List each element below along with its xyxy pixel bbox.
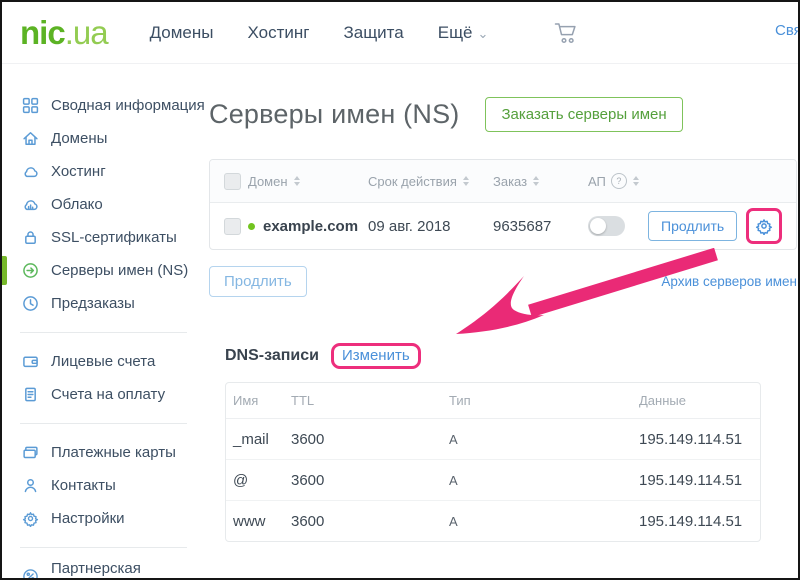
dns-table-header-row: Имя TTL Тип Данные [226, 383, 760, 419]
status-dot [248, 223, 255, 230]
nic-ua-app-window: nic.ua Домены Хостинг Защита Ещё⌄ Свя [0, 0, 800, 580]
sidebar-item-payment-cards[interactable]: Платежные карты [2, 436, 207, 469]
nav-hosting[interactable]: Хостинг [247, 23, 309, 43]
expiry-cell: 09 авг. 2018 [368, 218, 493, 235]
record-data: 195.149.114.51 [639, 513, 752, 530]
dns-record-row: @ 3600 A 195.149.114.51 [226, 460, 760, 501]
grid-icon [22, 97, 39, 114]
payment-cards-icon [22, 444, 39, 461]
dns-record-row: www 3600 A 195.149.114.51 [226, 501, 760, 541]
dns-section-title: DNS-записи [225, 347, 319, 365]
domain-cell: example.com [248, 218, 368, 235]
auto-renew-toggle[interactable] [588, 216, 625, 236]
dns-col-ttl: TTL [291, 393, 449, 408]
nav-more[interactable]: Ещё⌄ [438, 23, 489, 43]
top-header: nic.ua Домены Хостинг Защита Ещё⌄ Свя [2, 2, 798, 64]
dns-records-table: Имя TTL Тип Данные _mail 3600 A 195.149.… [225, 382, 761, 542]
column-header-expiry[interactable]: Срок действия [368, 174, 493, 189]
invoice-icon [22, 386, 39, 403]
dns-col-data: Данные [639, 393, 752, 408]
row-renew-button[interactable]: Продлить [648, 211, 737, 241]
order-name-servers-button[interactable]: Заказать серверы имен [485, 97, 682, 132]
home-icon [22, 130, 39, 147]
sidebar-item-summary[interactable]: Сводная информация [2, 89, 207, 122]
ns-table-row: example.com 09 авг. 2018 9635687 Продлит… [210, 203, 796, 249]
column-header-ap[interactable]: АП? [588, 173, 648, 189]
sidebar-divider [20, 547, 187, 548]
sidebar-item-contacts[interactable]: Контакты [2, 469, 207, 502]
nav-domains[interactable]: Домены [150, 23, 214, 43]
sidebar-divider [20, 423, 187, 424]
sidebar: Сводная информация Домены Хостинг Об [2, 64, 207, 577]
percent-circle-icon [22, 568, 39, 580]
help-icon[interactable]: ? [611, 173, 627, 189]
sidebar-item-name-servers[interactable]: Серверы имен (NS) [2, 254, 207, 287]
record-name: www [233, 513, 291, 530]
sidebar-item-ssl[interactable]: SSL-сертификаты [2, 221, 207, 254]
record-ttl: 3600 [291, 431, 449, 448]
cloud-chart-icon [22, 196, 39, 213]
column-header-order[interactable]: Заказ [493, 174, 588, 189]
sidebar-item-preorders[interactable]: Предзаказы [2, 287, 207, 320]
record-type: A [449, 432, 639, 447]
edit-highlight-box: Изменить [331, 343, 421, 369]
clock-icon [22, 295, 39, 312]
dns-record-row: _mail 3600 A 195.149.114.51 [226, 419, 760, 460]
nic-ua-logo[interactable]: nic.ua [20, 14, 108, 52]
sort-icon [533, 176, 539, 186]
shopping-cart-icon[interactable] [554, 22, 580, 44]
dns-edit-link[interactable]: Изменить [342, 347, 410, 364]
record-data: 195.149.114.51 [639, 472, 752, 489]
arrow-circle-icon [22, 262, 39, 279]
record-ttl: 3600 [291, 513, 449, 530]
sort-icon [633, 176, 639, 186]
record-data: 195.149.114.51 [639, 431, 752, 448]
sidebar-item-invoices[interactable]: Счета на оплату [2, 378, 207, 411]
record-name: _mail [233, 431, 291, 448]
lock-icon [22, 229, 39, 246]
wallet-icon [22, 353, 39, 370]
sort-icon [294, 176, 300, 186]
person-icon [22, 477, 39, 494]
row-settings-gear-icon[interactable] [755, 217, 773, 235]
sidebar-divider [20, 332, 187, 333]
order-number-cell: 9635687 [493, 218, 588, 235]
record-name: @ [233, 472, 291, 489]
select-all-checkbox[interactable] [224, 173, 241, 190]
record-type: A [449, 514, 639, 529]
sidebar-item-partner-program[interactable]: Партнерская программа [2, 560, 207, 580]
gear-highlight-box [746, 208, 782, 244]
active-indicator-bar [2, 256, 7, 285]
main-nav: Домены Хостинг Защита Ещё⌄ [150, 22, 581, 44]
column-header-domain[interactable]: Домен [248, 174, 368, 189]
sort-icon [463, 176, 469, 186]
sidebar-item-settings[interactable]: Настройки [2, 502, 207, 535]
record-ttl: 3600 [291, 472, 449, 489]
nav-protection[interactable]: Защита [343, 23, 403, 43]
chevron-down-icon: ⌄ [478, 26, 489, 42]
dns-section: DNS-записи Изменить Имя TTL Тип Данные _… [209, 343, 797, 542]
sidebar-item-cloud[interactable]: Облако [2, 188, 207, 221]
page-title: Серверы имен (NS) [209, 99, 459, 130]
ns-table-header-row: Домен Срок действия Заказ АП? [210, 160, 796, 203]
main-content: Серверы имен (NS) Заказать серверы имен … [207, 64, 800, 577]
toggle-knob [590, 218, 606, 234]
bulk-renew-button[interactable]: Продлить [209, 266, 307, 297]
archive-link[interactable]: Архив серверов имен [661, 274, 797, 289]
cloud-icon [22, 163, 39, 180]
dns-col-type: Тип [449, 393, 639, 408]
row-checkbox[interactable] [224, 218, 241, 235]
record-type: A [449, 473, 639, 488]
gear-icon [22, 510, 39, 527]
sidebar-item-domains[interactable]: Домены [2, 122, 207, 155]
dns-col-name: Имя [233, 393, 291, 408]
sidebar-item-hosting[interactable]: Хостинг [2, 155, 207, 188]
name-servers-table: Домен Срок действия Заказ АП? example.co… [209, 159, 797, 250]
contact-link[interactable]: Свя [775, 22, 800, 39]
sidebar-item-accounts[interactable]: Лицевые счета [2, 345, 207, 378]
